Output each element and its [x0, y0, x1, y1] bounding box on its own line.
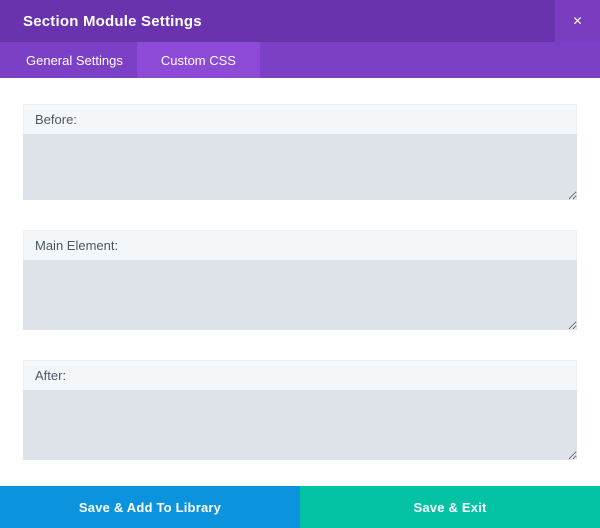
- field-before: Before:: [23, 104, 577, 200]
- close-button[interactable]: ✕: [555, 0, 600, 42]
- section-module-settings-modal: Section Module Settings ✕ General Settin…: [0, 0, 600, 528]
- field-after: After:: [23, 360, 577, 460]
- save-add-to-library-button[interactable]: Save & Add To Library: [0, 486, 300, 528]
- field-before-label: Before:: [23, 104, 577, 134]
- after-css-textarea[interactable]: [23, 390, 577, 460]
- tab-custom-css-label: Custom CSS: [160, 52, 236, 68]
- main-element-css-textarea[interactable]: [23, 260, 577, 330]
- field-after-label: After:: [23, 360, 577, 390]
- tab-custom-css[interactable]: Custom CSS: [136, 42, 260, 78]
- tab-general-settings[interactable]: General Settings: [0, 42, 137, 78]
- tab-bar: General Settings Custom CSS: [0, 42, 600, 78]
- before-css-textarea[interactable]: [23, 134, 577, 200]
- modal-title: Section Module Settings: [23, 12, 202, 30]
- modal-header: Section Module Settings ✕: [0, 0, 600, 42]
- modal-body: Before: Main Element: After:: [0, 78, 600, 486]
- field-main-element-label: Main Element:: [23, 230, 577, 260]
- close-icon: ✕: [572, 14, 583, 28]
- field-main-element: Main Element:: [23, 230, 577, 330]
- tab-general-settings-label: General Settings: [26, 52, 123, 68]
- modal-footer: Save & Add To Library Save & Exit: [0, 486, 600, 528]
- save-exit-button[interactable]: Save & Exit: [300, 486, 600, 528]
